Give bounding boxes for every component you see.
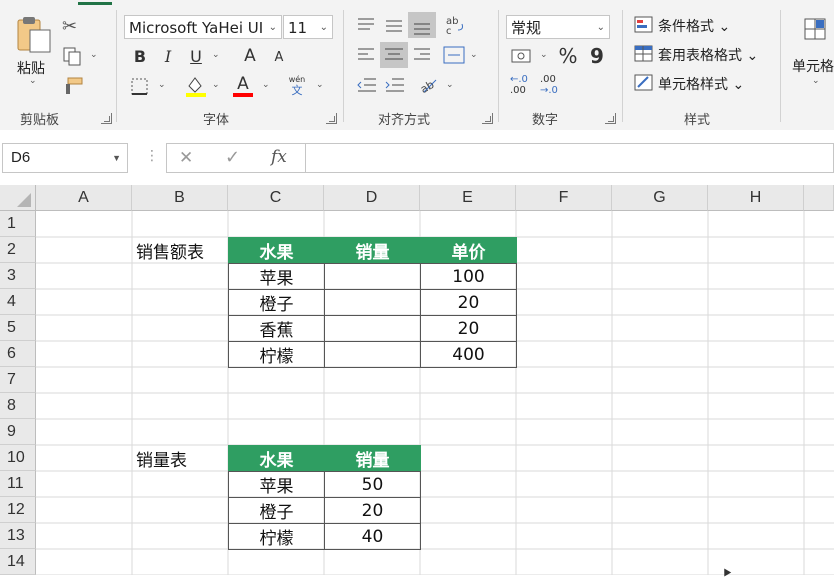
fruit-cell[interactable]: 苹果 bbox=[228, 263, 325, 290]
qty-cell[interactable] bbox=[324, 263, 421, 290]
qty-table-title[interactable]: 销量表 bbox=[132, 445, 229, 472]
qty-cell[interactable]: 40 bbox=[324, 523, 421, 550]
qty-cell[interactable] bbox=[324, 341, 421, 368]
fruit-cell[interactable]: 橙子 bbox=[228, 289, 325, 316]
qty-cell[interactable] bbox=[324, 289, 421, 316]
price-cell[interactable]: 100 bbox=[420, 263, 517, 290]
fruit-cell[interactable]: 橙子 bbox=[228, 497, 325, 524]
price-cell[interactable]: 20 bbox=[420, 315, 517, 342]
table-header[interactable]: 水果 bbox=[228, 237, 325, 264]
qty-cell[interactable]: 50 bbox=[324, 471, 421, 498]
fruit-cell[interactable]: 苹果 bbox=[228, 471, 325, 498]
price-cell[interactable]: 20 bbox=[420, 289, 517, 316]
sales-table-title[interactable]: 销售额表 bbox=[132, 237, 229, 264]
qty-cell[interactable] bbox=[324, 315, 421, 342]
fruit-cell[interactable]: 柠檬 bbox=[228, 341, 325, 368]
table-header[interactable]: 销量 bbox=[324, 445, 421, 472]
qty-cell[interactable]: 20 bbox=[324, 497, 421, 524]
price-cell[interactable]: 400 bbox=[420, 341, 517, 368]
fruit-cell[interactable]: 香蕉 bbox=[228, 315, 325, 342]
table-header[interactable]: 水果 bbox=[228, 445, 325, 472]
table-header[interactable]: 销量 bbox=[324, 237, 421, 264]
fruit-cell[interactable]: 柠檬 bbox=[228, 523, 325, 550]
table-header[interactable]: 单价 bbox=[420, 237, 517, 264]
